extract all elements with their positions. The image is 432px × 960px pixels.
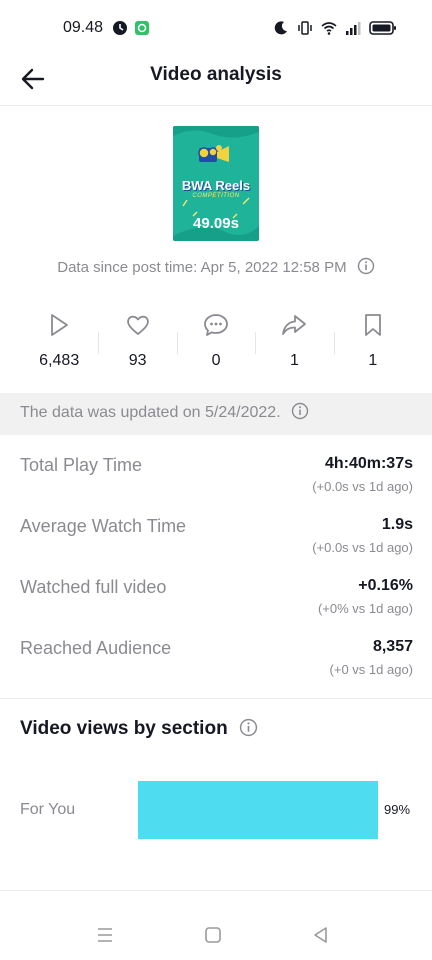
menu-button[interactable] (93, 923, 117, 947)
thumbnail-title: BWA Reels (181, 178, 251, 193)
bottom-divider (0, 890, 432, 891)
page-title: Video analysis (150, 64, 282, 85)
metric-compare: (+0.0s vs 1d ago) (312, 540, 413, 555)
metric-total-play-time: Total Play Time 4h:40m:37s (+0.0s vs 1d … (20, 455, 413, 505)
metric-label: Total Play Time (20, 455, 143, 475)
heart-icon (126, 315, 149, 335)
stat-value: 1 (289, 352, 299, 369)
views-section-title-text: Video views by section (20, 718, 228, 739)
stat-shares: 1 (255, 312, 333, 374)
metric-value: 8,357 (372, 638, 413, 655)
post-time-row: Data since post time: Apr 5, 2022 12:58 … (0, 257, 432, 276)
status-left-icons (112, 20, 150, 36)
stat-value: 93 (128, 352, 147, 369)
metric-label: Watched full video (20, 577, 167, 597)
stat-likes: 93 (98, 312, 176, 374)
metric-compare: (+0.0s vs 1d ago) (312, 479, 413, 494)
stat-views: 6,483 (20, 312, 98, 374)
video-duration: 49.09s (193, 215, 239, 232)
vibrate-icon (298, 21, 312, 35)
metric-average-watch-time: Average Watch Time 1.9s (+0.0s vs 1d ago… (20, 516, 413, 566)
stat-saves: 1 (333, 312, 412, 374)
status-time: 09.48 (63, 19, 104, 36)
metric-watched-full-video: Watched full video +0.16% (+0% vs 1d ago… (20, 577, 413, 627)
stat-comments: 0 (176, 312, 255, 374)
share-icon (282, 315, 307, 335)
play-icon (51, 314, 69, 336)
bookmark-icon (364, 314, 381, 336)
info-icon[interactable] (239, 718, 258, 737)
views-section-title: Video views by section (20, 718, 258, 740)
metric-value: +0.16% (358, 577, 413, 594)
back-nav-button[interactable] (309, 923, 333, 947)
stat-value: 1 (368, 352, 378, 369)
post-time-text: Data since post time: Apr 5, 2022 12:58 … (57, 259, 347, 276)
status-right-icons (273, 20, 397, 36)
video-thumbnail[interactable]: BWA Reels COMPETITION 49.09s (173, 126, 259, 241)
signal-icon (346, 22, 361, 35)
bar-percent-for-you: 99% (384, 802, 411, 817)
stat-value: 0 (211, 352, 221, 369)
home-button[interactable] (201, 923, 225, 947)
stat-value: 6,483 (39, 352, 80, 369)
status-bar: 09.48 (0, 0, 432, 56)
bar-track-for-you (138, 781, 380, 839)
metric-value: 1.9s (381, 516, 413, 533)
engagement-stats: 6,483 93 0 1 1 (20, 312, 412, 374)
header: Video analysis (0, 56, 432, 106)
system-nav-bar (0, 906, 432, 960)
moon-icon (274, 21, 287, 35)
metric-compare: (+0 vs 1d ago) (329, 662, 413, 677)
comment-icon (204, 314, 228, 336)
metric-reached-audience: Reached Audience 8,357 (+0 vs 1d ago) (20, 638, 413, 688)
alarm-icon (113, 21, 127, 35)
back-triangle-icon (314, 927, 327, 943)
section-divider (0, 698, 432, 699)
wifi-icon (321, 22, 337, 35)
metric-label: Reached Audience (20, 638, 172, 658)
update-banner: The data was updated on 5/24/2022. (0, 393, 432, 435)
battery-icon (369, 21, 396, 35)
metric-compare: (+0% vs 1d ago) (317, 601, 413, 616)
info-icon[interactable] (291, 402, 309, 420)
home-icon (205, 927, 221, 943)
bar-label-for-you: For You (20, 801, 76, 818)
metric-label: Average Watch Time (20, 516, 187, 536)
bar-fill-for-you (138, 781, 378, 839)
app-notification-icon (135, 21, 149, 35)
menu-icon (98, 928, 112, 942)
info-icon[interactable] (357, 257, 375, 275)
metric-value: 4h:40m:37s (324, 455, 413, 472)
thumbnail-subtitle: COMPETITION (192, 193, 240, 199)
update-banner-text: The data was updated on 5/24/2022. (20, 404, 281, 421)
